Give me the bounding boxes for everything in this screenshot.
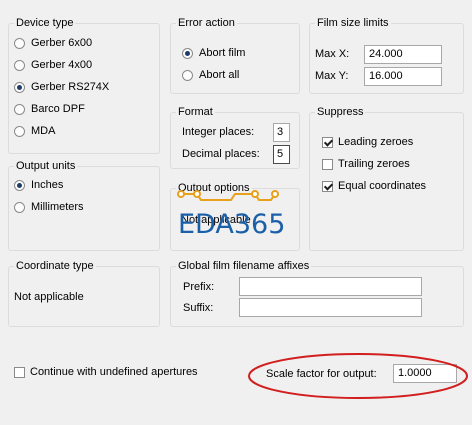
output-units-option-inches[interactable]: Inches [14,179,63,191]
max-x-input[interactable]: 24.000 [364,45,442,64]
output-options-title: Output options [176,182,252,195]
continue-undefined-apertures-checkbox[interactable]: Continue with undefined apertures [14,366,198,378]
error-action-title: Error action [176,17,237,30]
coordinate-type-value: Not applicable [14,291,84,303]
device-type-option-gerber-rs274x[interactable]: Gerber RS274X [14,81,109,93]
suppress-equal-coordinates[interactable]: Equal coordinates [322,180,426,192]
decimal-places-label: Decimal places: [182,148,260,160]
suffix-input[interactable] [239,298,422,317]
suppress-title: Suppress [315,106,366,119]
output-units-option-label: Millimeters [31,201,84,213]
checkbox-icon[interactable] [322,158,333,170]
max-y-input[interactable]: 16.000 [364,67,442,86]
error-action-option-abort-all[interactable]: Abort all [182,69,239,81]
max-y-label: Max Y: [315,70,349,82]
output-units-title: Output units [14,160,78,173]
integer-places-input[interactable]: 3 [273,123,290,142]
error-action-option-label: Abort all [199,69,240,81]
device-type-option-label: MDA [31,125,56,137]
prefix-label: Prefix: [183,281,215,293]
continue-undefined-apertures-label: Continue with undefined apertures [30,366,198,378]
radio-selected-icon[interactable] [14,81,25,93]
checkbox-checked-icon[interactable] [322,136,333,148]
device-type-option-label: Gerber 4x00 [31,59,93,71]
device-type-option-gerber-4x00[interactable]: Gerber 4x00 [14,59,92,71]
affixes-group [170,266,464,327]
max-x-label: Max X: [315,48,350,60]
output-options-value: Not applicable [181,214,251,226]
suppress-leading-zeroes[interactable]: Leading zeroes [322,136,413,148]
suppress-option-label: Trailing zeroes [338,158,410,170]
device-type-title: Device type [14,17,76,30]
output-units-option-label: Inches [31,179,64,191]
format-title: Format [176,106,215,119]
error-action-option-label: Abort film [199,47,246,59]
affixes-title: Global film filename affixes [176,260,312,273]
device-type-option-gerber-6x00[interactable]: Gerber 6x00 [14,37,92,49]
radio-selected-icon[interactable] [182,47,193,59]
decimal-places-input[interactable]: 5 [273,145,290,164]
coordinate-type-title: Coordinate type [14,260,96,273]
prefix-input[interactable] [239,277,422,296]
output-units-option-millimeters[interactable]: Millimeters [14,201,84,213]
scale-factor-label: Scale factor for output: [266,368,377,380]
device-type-option-label: Barco DPF [31,103,85,115]
radio-icon[interactable] [182,69,193,81]
radio-icon[interactable] [14,59,25,71]
suffix-label: Suffix: [183,302,214,314]
device-type-option-barco-dpf[interactable]: Barco DPF [14,103,85,115]
radio-icon[interactable] [14,201,25,213]
film-size-title: Film size limits [315,17,391,30]
suppress-option-label: Equal coordinates [338,180,427,192]
device-type-option-label: Gerber RS274X [31,81,110,93]
radio-selected-icon[interactable] [14,179,25,191]
scale-factor-input[interactable]: 1.0000 [393,364,457,383]
error-action-option-abort-film[interactable]: Abort film [182,47,245,59]
device-type-option-mda[interactable]: MDA [14,125,55,137]
checkbox-checked-icon[interactable] [322,180,333,192]
radio-icon[interactable] [14,125,25,137]
radio-icon[interactable] [14,103,25,115]
integer-places-label: Integer places: [182,126,255,138]
device-type-option-label: Gerber 6x00 [31,37,93,49]
checkbox-icon[interactable] [14,366,25,378]
suppress-option-label: Leading zeroes [338,136,414,148]
suppress-trailing-zeroes[interactable]: Trailing zeroes [322,158,410,170]
radio-icon[interactable] [14,37,25,49]
